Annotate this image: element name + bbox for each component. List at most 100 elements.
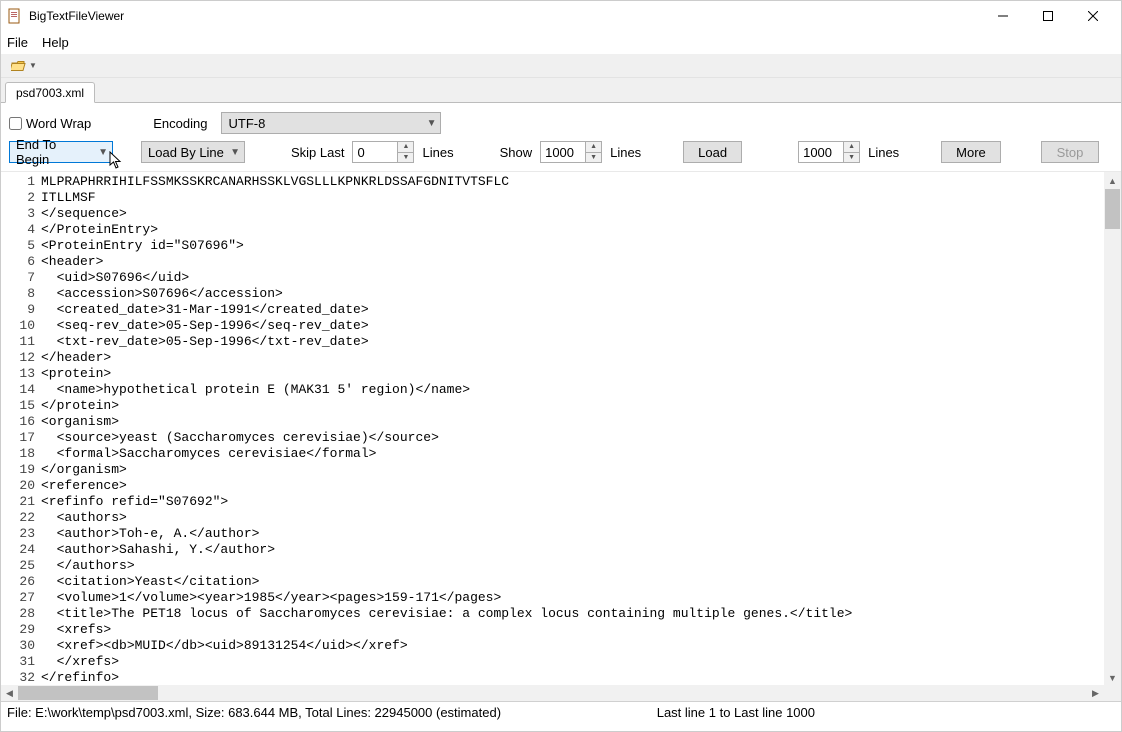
vscroll-thumb[interactable]	[1105, 189, 1120, 229]
code-line: </refinfo>	[41, 670, 852, 686]
line-number: 22	[1, 510, 35, 526]
line-number: 19	[1, 462, 35, 478]
show-field[interactable]	[541, 142, 585, 162]
horizontal-scrollbar[interactable]: ◀ ▶	[1, 685, 1104, 701]
encoding-label: Encoding	[153, 116, 207, 131]
tab-strip: psd7003.xml	[1, 78, 1121, 102]
loadmode-select[interactable]: Load By Line ▼	[141, 141, 245, 163]
scroll-down-arrow[interactable]: ▼	[1104, 669, 1121, 686]
code-line: <citation>Yeast</citation>	[41, 574, 852, 590]
code-line: <author>Toh-e, A.</author>	[41, 526, 852, 542]
menu-help[interactable]: Help	[42, 35, 69, 50]
code-line: <formal>Saccharomyces cerevisiae</formal…	[41, 446, 852, 462]
text-pane: 1234567891011121314151617181920212223242…	[1, 171, 1121, 701]
wordwrap-checkbox[interactable]: Word Wrap	[9, 116, 91, 131]
line-number: 24	[1, 542, 35, 558]
line-number: 9	[1, 302, 35, 318]
encoding-select[interactable]: UTF-8 ▼	[221, 112, 441, 134]
code-line: <refinfo refid="S07692">	[41, 494, 852, 510]
more-button[interactable]: More	[941, 141, 1001, 163]
more-input[interactable]: ▲▼	[798, 141, 860, 163]
skiplast-spinner[interactable]: ▲▼	[397, 142, 413, 162]
line-number: 31	[1, 654, 35, 670]
hscroll-track[interactable]	[18, 685, 1087, 701]
skiplast-input[interactable]: ▲▼	[352, 141, 414, 163]
skiplast-field[interactable]	[353, 142, 397, 162]
title-bar: BigTextFileViewer	[1, 1, 1121, 31]
line-number: 30	[1, 638, 35, 654]
app-icon	[7, 8, 23, 24]
scroll-right-arrow[interactable]: ▶	[1087, 685, 1104, 701]
more-field[interactable]	[799, 142, 843, 162]
line-number: 14	[1, 382, 35, 398]
options-panel: Word Wrap Encoding UTF-8 ▼ End To Begin …	[1, 102, 1121, 171]
close-button[interactable]	[1070, 1, 1115, 31]
line-number: 17	[1, 430, 35, 446]
scroll-corner	[1104, 685, 1121, 701]
open-file-button[interactable]: ▼	[7, 57, 41, 75]
minimize-button[interactable]	[980, 1, 1025, 31]
code-line: <header>	[41, 254, 852, 270]
code-line: ITLLMSF	[41, 190, 852, 206]
more-spinner[interactable]: ▲▼	[843, 142, 859, 162]
code-line: </xrefs>	[41, 654, 852, 670]
wordwrap-input[interactable]	[9, 117, 22, 130]
line-number: 29	[1, 622, 35, 638]
code-line: <uid>S07696</uid>	[41, 270, 852, 286]
show-label: Show	[500, 145, 533, 160]
load-button[interactable]: Load	[683, 141, 742, 163]
code-line: <xref><db>MUID</db><uid>89131254</uid></…	[41, 638, 852, 654]
code-line: <title>The PET18 locus of Saccharomyces …	[41, 606, 852, 622]
scroll-up-arrow[interactable]: ▲	[1104, 172, 1121, 189]
show-spinner[interactable]: ▲▼	[585, 142, 601, 162]
code-line: <xrefs>	[41, 622, 852, 638]
more-unit: Lines	[868, 145, 899, 160]
line-number: 32	[1, 670, 35, 686]
vertical-scrollbar[interactable]: ▲ ▼	[1104, 172, 1121, 686]
line-number: 27	[1, 590, 35, 606]
code-line: <authors>	[41, 510, 852, 526]
status-left: File: E:\work\temp\psd7003.xml, Size: 68…	[7, 705, 521, 720]
scroll-left-arrow[interactable]: ◀	[1, 685, 18, 701]
line-number: 28	[1, 606, 35, 622]
line-number: 8	[1, 286, 35, 302]
line-number: 10	[1, 318, 35, 334]
line-number: 15	[1, 398, 35, 414]
maximize-button[interactable]	[1025, 1, 1070, 31]
code-line: </organism>	[41, 462, 852, 478]
code-line: <seq-rev_date>05-Sep-1996</seq-rev_date>	[41, 318, 852, 334]
loadmode-value: Load By Line	[148, 145, 224, 160]
window-title: BigTextFileViewer	[29, 9, 124, 23]
show-input[interactable]: ▲▼	[540, 141, 602, 163]
icon-toolbar: ▼	[1, 54, 1121, 78]
menu-file[interactable]: File	[7, 35, 28, 50]
code-line: </header>	[41, 350, 852, 366]
chevron-down-icon: ▼	[427, 118, 437, 129]
skiplast-unit: Lines	[422, 145, 453, 160]
line-number: 2	[1, 190, 35, 206]
tab-file[interactable]: psd7003.xml	[5, 82, 95, 103]
code-line: <accession>S07696</accession>	[41, 286, 852, 302]
code-line: </sequence>	[41, 206, 852, 222]
code-line: <created_date>31-Mar-1991</created_date>	[41, 302, 852, 318]
status-bar: File: E:\work\temp\psd7003.xml, Size: 68…	[1, 701, 1121, 723]
code-text[interactable]: MLPRAPHRRIHILFSSMKSSKRCANARHSSKLVGSLLLKP…	[39, 172, 852, 686]
line-number: 11	[1, 334, 35, 350]
show-unit: Lines	[610, 145, 641, 160]
hscroll-thumb[interactable]	[18, 686, 158, 700]
line-number: 18	[1, 446, 35, 462]
stop-button[interactable]: Stop	[1041, 141, 1099, 163]
code-line: <volume>1</volume><year>1985</year><page…	[41, 590, 852, 606]
line-number: 4	[1, 222, 35, 238]
line-gutter: 1234567891011121314151617181920212223242…	[1, 172, 39, 686]
encoding-value: UTF-8	[228, 116, 265, 131]
direction-select[interactable]: End To Begin ▼	[9, 141, 113, 163]
line-number: 6	[1, 254, 35, 270]
direction-value: End To Begin	[16, 137, 92, 167]
code-line: <ProteinEntry id="S07696">	[41, 238, 852, 254]
line-number: 12	[1, 350, 35, 366]
code-line: </authors>	[41, 558, 852, 574]
line-number: 13	[1, 366, 35, 382]
chevron-down-icon: ▼	[98, 147, 108, 158]
code-line: </ProteinEntry>	[41, 222, 852, 238]
